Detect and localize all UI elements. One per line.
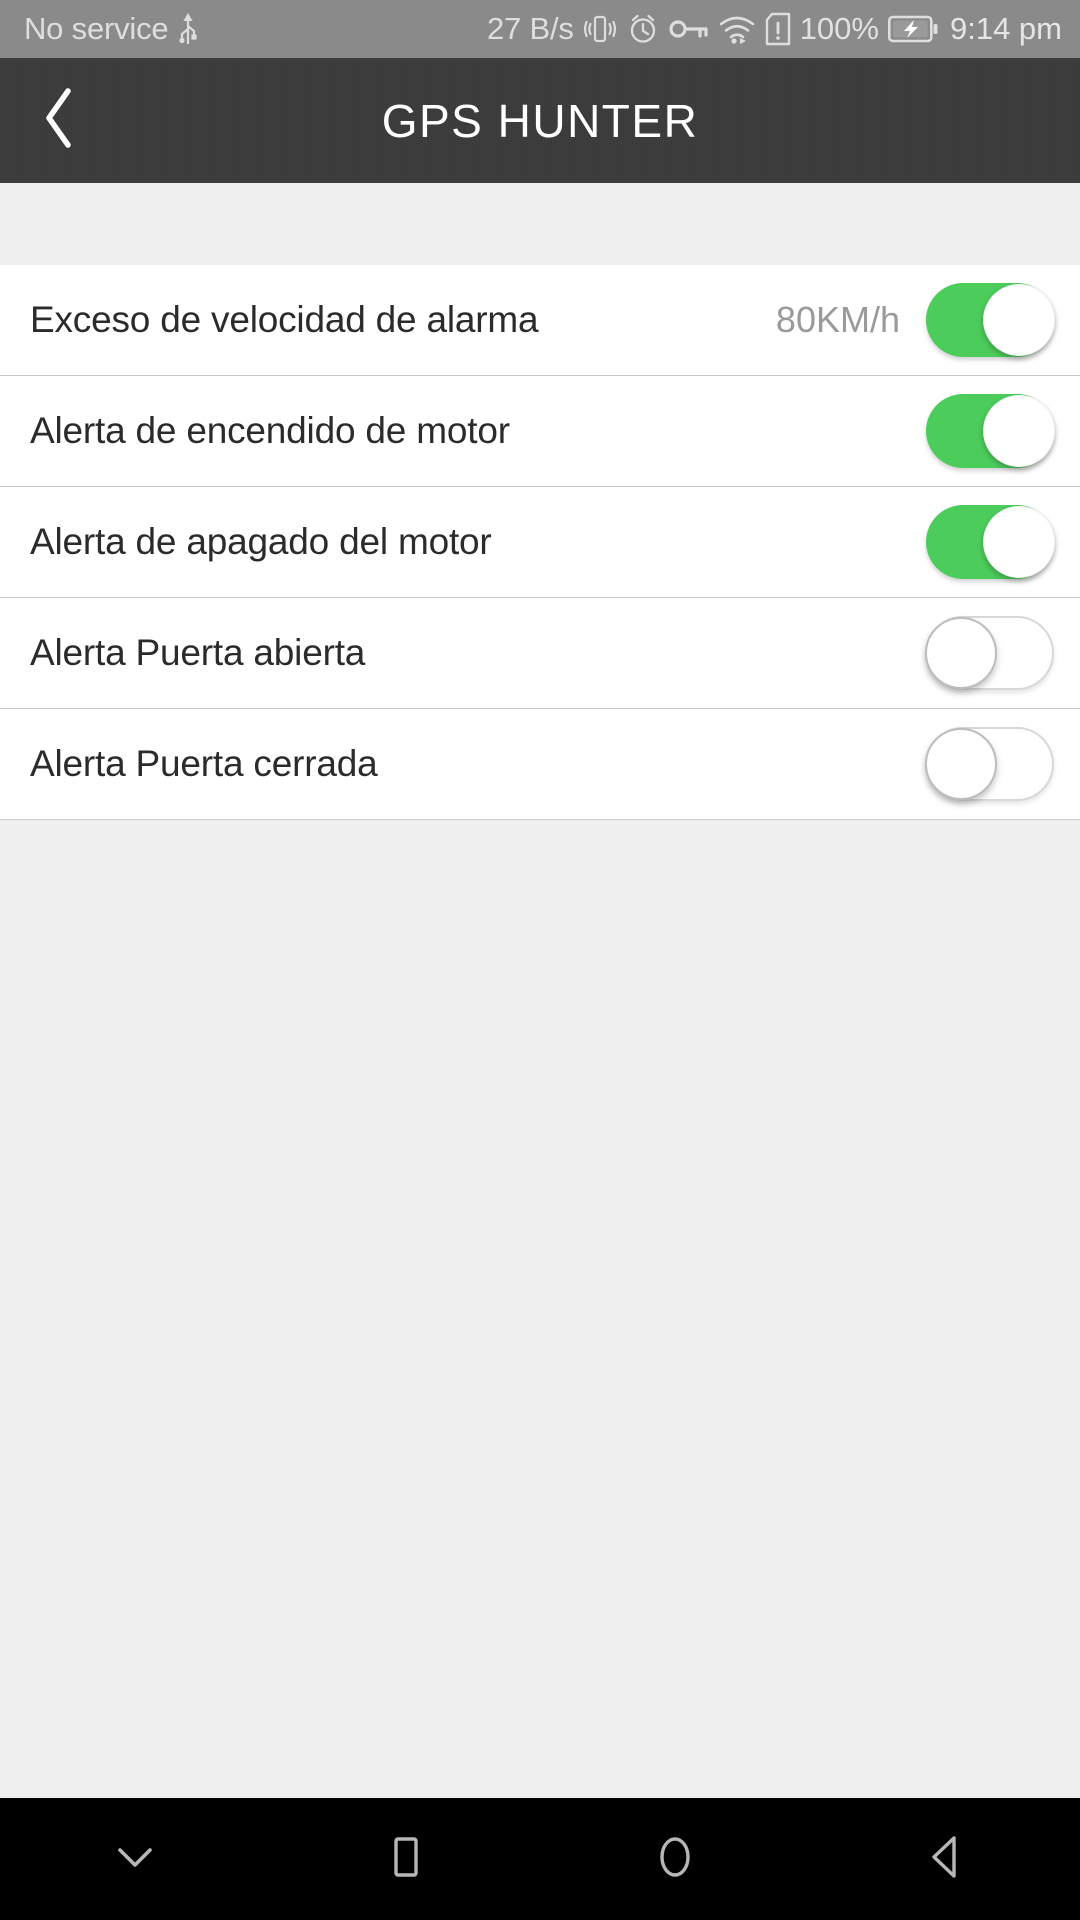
list-item-label: Alerta de apagado del motor [30,521,492,562]
list-item-label: Alerta de encendido de motor [30,410,510,451]
phone-screen: No service 27 B/s 100% 9:14 pm GPS HUNTE… [0,0,1080,1920]
status-bar: No service 27 B/s 100% 9:14 pm [0,0,1080,58]
back-triangle-icon [918,1830,972,1889]
recents-square-icon [378,1830,432,1889]
wifi-icon [718,13,756,45]
toggle-door-open-alert[interactable] [925,616,1054,690]
content-top-gap [0,183,1080,265]
list-item[interactable]: Alerta Puerta cerrada [0,709,1080,820]
list-item-label: Alerta Puerta cerrada [30,743,378,784]
toggle-engine-off-alert[interactable] [926,505,1055,579]
app-header: GPS HUNTER [0,58,1080,183]
network-speed-label: 27 B/s [487,11,574,46]
toggle-knob [983,395,1055,467]
hide-keyboard-icon [108,1837,162,1882]
toggle-knob [925,617,997,689]
recents-button[interactable] [270,1798,540,1920]
settings-list: Exceso de velocidad de alarma 80KM/h Ale… [0,265,1080,820]
toggle-knob [925,728,997,800]
back-button[interactable] [0,58,120,183]
clock-label: 9:14 pm [949,11,1062,46]
chevron-left-icon [38,85,82,156]
hide-keyboard-button[interactable] [0,1798,270,1920]
back-button-nav[interactable] [810,1798,1080,1920]
home-button[interactable] [540,1798,810,1920]
toggle-knob [983,284,1055,356]
vibrate-icon [583,12,617,46]
sim-card-alert-icon [765,12,791,46]
battery-percent-label: 100% [799,11,879,46]
android-navigation-bar [0,1798,1080,1920]
list-item[interactable]: Alerta Puerta abierta [0,598,1080,709]
toggle-knob [983,506,1055,578]
vpn-key-icon [669,14,709,44]
carrier-label: No service [24,11,169,46]
toggle-door-closed-alert[interactable] [925,727,1054,801]
toggle-speeding-alarm[interactable] [926,283,1055,357]
alarm-clock-icon [626,12,660,46]
list-item[interactable]: Exceso de velocidad de alarma 80KM/h [0,265,1080,376]
list-item[interactable]: Alerta de apagado del motor [0,487,1080,598]
toggle-engine-on-alert[interactable] [926,394,1055,468]
page-title: GPS HUNTER [381,94,699,147]
status-bar-left: No service [24,11,198,47]
empty-content-area [0,820,1080,1798]
battery-charging-icon [887,14,938,44]
status-bar-right: 27 B/s 100% 9:14 pm [487,11,1062,47]
list-item-label: Alerta Puerta abierta [30,632,366,673]
list-item-label: Exceso de velocidad de alarma [30,299,539,340]
list-item[interactable]: Alerta de encendido de motor [0,376,1080,487]
list-item-value: 80KM/h [775,299,900,340]
usb-icon [178,12,198,46]
home-circle-icon [648,1830,702,1889]
